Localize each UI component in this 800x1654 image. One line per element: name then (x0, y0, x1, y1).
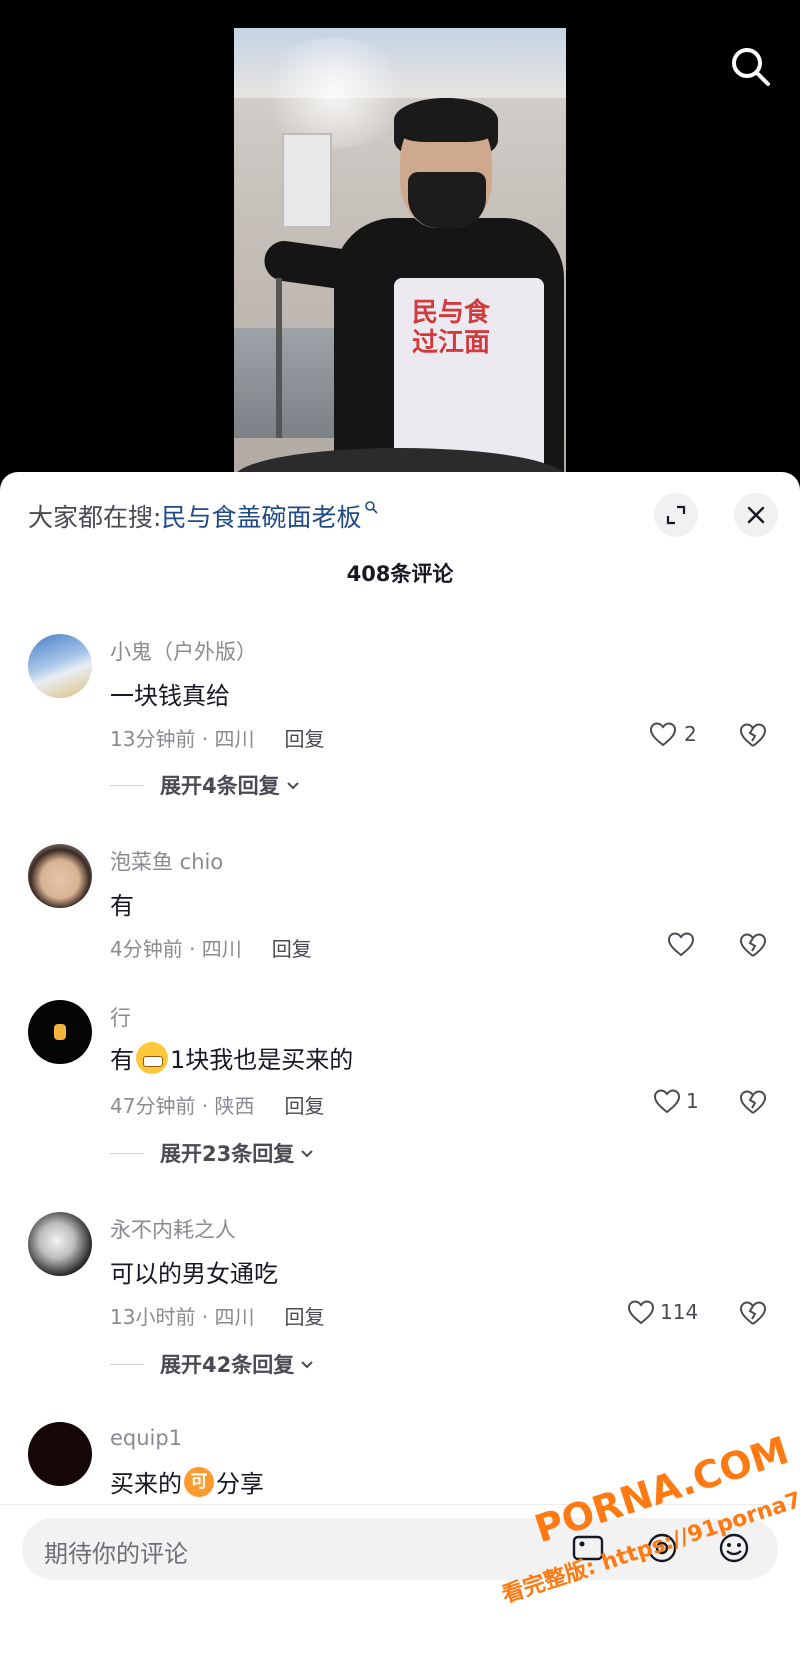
comment-meta: 13分钟前 · 四川 回复 (110, 723, 325, 752)
avatar[interactable] (28, 1000, 92, 1064)
broken-heart-icon[interactable] (738, 1087, 768, 1117)
comment-text-part: 买来的 (110, 1470, 182, 1498)
cook-hair-front (394, 98, 498, 142)
search-small-icon (364, 499, 379, 518)
comment-text-part: 有 (110, 1046, 134, 1074)
comment-author[interactable]: 行 (110, 1002, 131, 1032)
expand-replies-button[interactable]: 展开23条回复 (110, 1138, 316, 1168)
coin-emoji-icon: 可 (184, 1466, 214, 1497)
expand-replies-label: 展开4条回复 (160, 774, 280, 798)
comment-text-part: 分享 (216, 1470, 264, 1498)
avatar[interactable] (28, 1422, 92, 1486)
heart-icon (649, 722, 677, 747)
video-frame[interactable]: 民与食 过江面 (234, 28, 566, 480)
comment-meta: 4分钟前 · 四川 回复 (110, 933, 312, 962)
like-count: 114 (660, 1300, 699, 1324)
hot-search-row[interactable]: 大家都在搜: 民与食盖碗面老板 (28, 498, 379, 534)
grin-emoji-icon (136, 1041, 168, 1074)
comment-text: 一块钱真给 (110, 682, 230, 710)
broken-heart-icon[interactable] (738, 1298, 768, 1328)
comment-author[interactable]: 小鬼（户外版） (110, 636, 257, 666)
hot-search-prefix: 大家都在搜: (28, 503, 162, 532)
reply-button[interactable]: 回复 (285, 723, 325, 752)
comment-count: 408条评论 (346, 562, 454, 586)
avatar[interactable] (28, 1212, 92, 1276)
comment-meta: 47分钟前 · 陕西 回复 (110, 1090, 325, 1119)
comment-meta: 13小时前 · 四川 回复 (110, 1301, 325, 1330)
expand-replies-label: 展开23条回复 (160, 1142, 295, 1166)
chevron-down-icon (286, 782, 299, 790)
like-button[interactable]: 114 (626, 1298, 698, 1326)
comment-author[interactable]: 永不内耗之人 (110, 1214, 236, 1244)
expand-replies-button[interactable]: 展开4条回复 (110, 770, 302, 800)
search-icon[interactable] (728, 44, 772, 88)
video-player[interactable]: 民与食 过江面 (0, 0, 800, 480)
comment-input-placeholder: 期待你的评论 (44, 1540, 188, 1568)
video-ladle (276, 278, 282, 438)
chevron-down-icon (301, 1150, 313, 1158)
avatar[interactable] (28, 634, 92, 698)
heart-icon (667, 932, 695, 957)
broken-heart-icon[interactable] (738, 720, 768, 750)
like-button[interactable]: 1 (652, 1087, 699, 1115)
comment-author[interactable]: 泡菜鱼 chio (110, 846, 223, 876)
expand-button[interactable] (654, 493, 698, 537)
comment-time-location: 47分钟前 · 陕西 (110, 1094, 255, 1118)
reply-button[interactable]: 回复 (285, 1090, 325, 1119)
expand-replies-button[interactable]: 展开42条回复 (110, 1349, 316, 1379)
heart-icon (627, 1300, 655, 1325)
expand-icon (666, 505, 686, 525)
avatar[interactable] (28, 844, 92, 908)
comment-time-location: 4分钟前 · 四川 (110, 937, 242, 961)
close-icon (747, 506, 765, 524)
comment-text: 买来的 可 分享 (110, 1464, 264, 1499)
heart-icon (653, 1089, 681, 1114)
reply-button[interactable]: 回复 (272, 933, 312, 962)
comment-time-location: 13分钟前 · 四川 (110, 727, 255, 751)
comment-text: 可以的男女通吃 (110, 1260, 278, 1288)
like-button[interactable] (666, 930, 696, 958)
apron-text: 民与食 过江面 (412, 298, 491, 358)
video-cook: 民与食 过江面 (261, 88, 564, 480)
like-button[interactable]: 2 (648, 720, 697, 748)
avatar-hand-emoji (54, 1024, 66, 1040)
divider (110, 1363, 144, 1365)
like-count: 2 (684, 722, 697, 746)
expand-replies-label: 展开42条回复 (160, 1353, 295, 1377)
divider (110, 784, 144, 786)
chevron-down-icon (301, 1361, 313, 1369)
divider (110, 1152, 144, 1154)
reply-button[interactable]: 回复 (285, 1301, 325, 1330)
like-count: 1 (686, 1089, 699, 1113)
close-button[interactable] (734, 493, 778, 537)
cook-mask (408, 172, 486, 228)
comment-text-part: 1块我也是买来的 (170, 1046, 354, 1074)
broken-heart-icon[interactable] (738, 930, 768, 960)
comment-text: 有 1块我也是买来的 (110, 1040, 353, 1075)
comment-text: 有 (110, 892, 134, 920)
hot-search-keyword[interactable]: 民与食盖碗面老板 (161, 498, 361, 534)
comment-time-location: 13小时前 · 四川 (110, 1305, 255, 1329)
comment-author[interactable]: equip1 (110, 1426, 182, 1450)
